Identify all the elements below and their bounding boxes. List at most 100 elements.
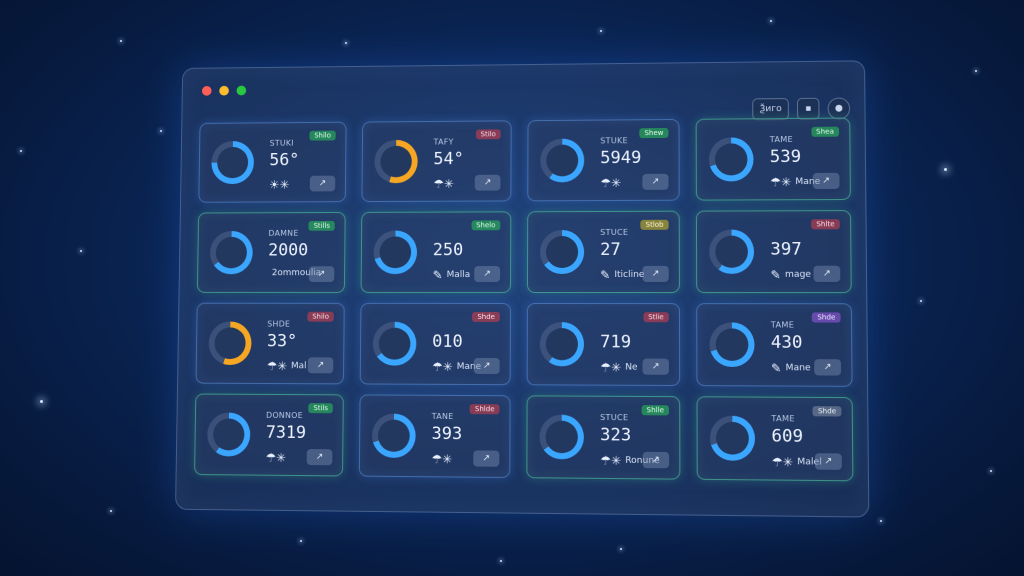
weather-icon: ☂✳: [600, 453, 622, 468]
pencil-icon: ✎: [770, 267, 781, 282]
arrow-icon[interactable]: ↗: [642, 358, 669, 375]
metric-card[interactable]: TAFY 54° ☂✳ Stilo ↗: [361, 120, 512, 203]
metric-card[interactable]: STUKE 5949 ☂✳ Shew ↗: [527, 118, 680, 202]
progress-ring: [540, 138, 585, 183]
arrow-icon[interactable]: ↗: [642, 451, 670, 469]
arrow-icon[interactable]: ↗: [307, 357, 334, 374]
card-subline: ☂✳: [433, 177, 458, 191]
notification-bell-icon[interactable]: ●: [827, 97, 851, 120]
metric-card[interactable]: TAME 430 ✎ Mane Shde ↗: [696, 303, 853, 387]
weather-icon: ☂✳: [265, 450, 287, 465]
card-value: 250: [432, 240, 464, 261]
weather-icon: ☂✳: [600, 360, 622, 375]
metric-card[interactable]: STUCE 323 ☂✳ Ronune Shlle ↗: [526, 395, 681, 480]
metric-card[interactable]: STUKI 56° ☀✳ Shilo ↗: [198, 121, 347, 203]
card-subline: ☂✳: [265, 451, 289, 465]
progress-ring: [709, 322, 755, 368]
arrow-icon[interactable]: ↗: [474, 266, 501, 283]
card-label: SHDE: [267, 319, 291, 329]
metric-card[interactable]: SHDE 33° ☂✳ Mal Shilo ↗: [195, 302, 345, 385]
arrow-icon[interactable]: ↗: [474, 174, 501, 191]
weather-icon: ☂✳: [431, 359, 453, 374]
card-value: 27: [600, 239, 621, 260]
metric-card[interactable]: DONNOE 7319 ☂✳ Stils ↗: [194, 393, 344, 477]
close-button[interactable]: [201, 85, 212, 96]
arrow-icon[interactable]: ↗: [814, 359, 842, 376]
card-label: STUKE: [600, 136, 628, 146]
weather-icon: ☂✳: [266, 359, 288, 374]
metric-card[interactable]: 010 ☂✳ Mane Shde ↗: [359, 302, 511, 386]
metric-card[interactable]: 719 ☂✳ Ne Stlie ↗: [526, 302, 681, 387]
arrow-icon[interactable]: ↗: [812, 172, 840, 190]
arrow-icon[interactable]: ↗: [309, 175, 336, 192]
status-badge: Shea: [810, 126, 840, 137]
card-label: DAMNE: [268, 228, 299, 238]
arrow-icon[interactable]: ↗: [306, 449, 333, 466]
card-label: TAME: [771, 414, 795, 424]
status-badge: Shde: [812, 312, 841, 323]
progress-ring: [208, 321, 252, 366]
filter-button[interactable]: Ѯиго: [752, 98, 789, 121]
metric-card[interactable]: TAME 609 ☂✳ Malel Shde ↗: [696, 396, 854, 482]
weather-icon: ☂✳: [769, 175, 792, 190]
card-value: 719: [600, 332, 632, 353]
arrow-icon[interactable]: ↗: [814, 453, 842, 470]
progress-ring: [540, 230, 585, 275]
arrow-icon[interactable]: ↗: [642, 173, 669, 190]
card-value: 430: [770, 332, 803, 353]
progress-ring: [539, 414, 584, 460]
progress-ring: [708, 137, 754, 182]
metric-card[interactable]: TANE 393 ☂✳ Shlde ↗: [358, 394, 511, 479]
progress-ring: [371, 413, 416, 458]
maximize-button[interactable]: [236, 85, 247, 96]
card-value: 7319: [265, 422, 307, 444]
status-badge: Shde: [472, 311, 500, 322]
arrow-icon[interactable]: ↗: [813, 265, 841, 282]
card-value: 397: [770, 239, 802, 260]
status-badge: Shde: [812, 406, 842, 417]
card-sub-label: Ne: [625, 362, 638, 373]
pencil-icon: ✎: [600, 267, 611, 282]
card-label: TAME: [770, 320, 795, 330]
progress-ring: [206, 412, 251, 457]
card-value: 56°: [269, 150, 300, 171]
metric-card[interactable]: DAMNE 2000 2ommoulia Stills ↗: [196, 211, 346, 293]
status-badge: Stils: [308, 403, 333, 414]
progress-ring: [374, 139, 418, 184]
minimize-button[interactable]: [219, 85, 229, 96]
card-label: STUKI: [269, 138, 294, 148]
status-badge: Stills: [308, 220, 335, 231]
status-badge: Shlte: [811, 219, 840, 230]
metric-card[interactable]: STUCE 27 ✎ Iticline Stlob ↗: [526, 210, 680, 294]
card-value: 323: [600, 425, 632, 446]
progress-ring: [372, 321, 417, 366]
metric-card[interactable]: 397 ✎ mage Shlte ↗: [695, 210, 852, 294]
status-badge: Stlob: [640, 219, 669, 230]
window-controls: [201, 85, 247, 96]
arrow-icon[interactable]: ↗: [473, 450, 500, 467]
pencil-icon: ✎: [432, 268, 443, 283]
progress-ring: [211, 140, 255, 185]
card-value: 393: [431, 423, 463, 445]
card-value: 2000: [268, 240, 309, 261]
card-sub-label: Mane: [785, 363, 811, 374]
card-subline: ☂✳: [600, 176, 625, 190]
card-label: TAFY: [433, 137, 454, 147]
status-badge: Shew: [639, 127, 669, 139]
metric-card[interactable]: TAME 539 ☂✳ Mane Shea ↗: [695, 117, 851, 201]
arrow-icon[interactable]: ↗: [473, 357, 500, 375]
card-value: 54°: [433, 149, 464, 170]
card-sub-label: Iticline: [614, 269, 645, 280]
progress-ring: [709, 229, 755, 274]
trash-icon[interactable]: ▪: [796, 97, 820, 120]
arrow-icon[interactable]: ↗: [308, 266, 335, 283]
card-label: STUCE: [600, 227, 629, 237]
progress-ring: [709, 415, 756, 461]
arrow-icon[interactable]: ↗: [642, 265, 669, 282]
weather-icon: ☂✳: [431, 452, 453, 467]
status-badge: Stlie: [643, 312, 669, 323]
card-label: TANE: [431, 411, 454, 422]
card-subline: ✎ Iticline: [600, 268, 644, 282]
metric-card[interactable]: 250 ✎ Malla Shelo ↗: [360, 211, 512, 293]
dashboard-window: Ѯиго ▪ ● STUKI 56° ☀✳ Shilo ↗ TAFY 54° ☂…: [175, 60, 870, 518]
